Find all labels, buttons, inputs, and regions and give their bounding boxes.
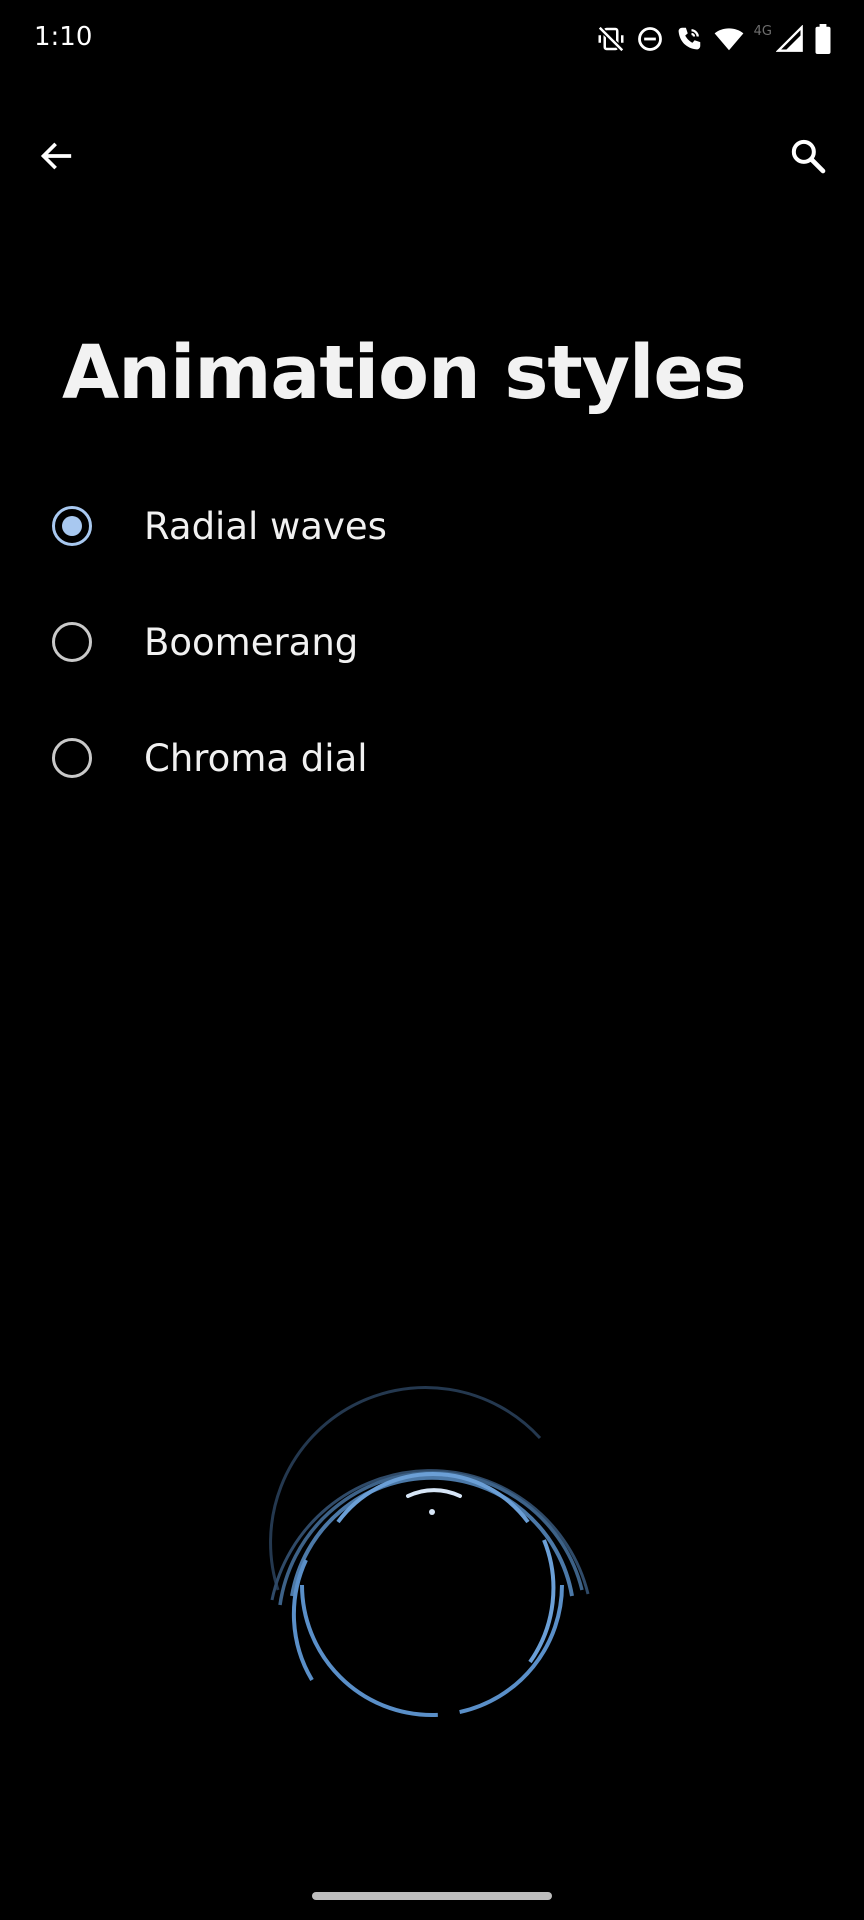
radio-dot xyxy=(62,516,82,536)
animation-preview xyxy=(250,1380,614,1740)
cell-signal-icon xyxy=(776,25,804,53)
wifi-icon xyxy=(714,24,744,54)
option-chroma-dial[interactable]: Chroma dial xyxy=(0,700,864,816)
status-bar: 1:10 4G xyxy=(0,0,864,80)
search-icon xyxy=(788,136,828,180)
animation-style-options: Radial waves Boomerang Chroma dial xyxy=(0,468,864,816)
page-title: Animation styles xyxy=(62,330,747,416)
search-button[interactable] xyxy=(776,126,840,190)
back-button[interactable] xyxy=(24,126,88,190)
battery-icon xyxy=(814,24,832,54)
status-icons: 4G xyxy=(596,22,832,56)
radio-button[interactable] xyxy=(52,738,92,778)
arrow-back-icon xyxy=(36,136,76,180)
radio-button-selected[interactable] xyxy=(52,506,92,546)
do-not-disturb-icon xyxy=(636,25,664,53)
top-app-bar xyxy=(0,110,864,190)
radio-button[interactable] xyxy=(52,622,92,662)
radial-waves-preview xyxy=(269,1386,590,1717)
vibrate-off-icon xyxy=(596,24,626,54)
status-time: 1:10 xyxy=(34,22,93,52)
option-label: Radial waves xyxy=(144,504,387,548)
option-boomerang[interactable]: Boomerang xyxy=(0,584,864,700)
wifi-calling-icon xyxy=(674,24,704,54)
option-radial-waves[interactable]: Radial waves xyxy=(0,468,864,584)
option-label: Chroma dial xyxy=(144,736,368,780)
home-indicator[interactable] xyxy=(312,1892,552,1900)
option-label: Boomerang xyxy=(144,620,359,664)
network-type-label: 4G xyxy=(753,23,772,39)
